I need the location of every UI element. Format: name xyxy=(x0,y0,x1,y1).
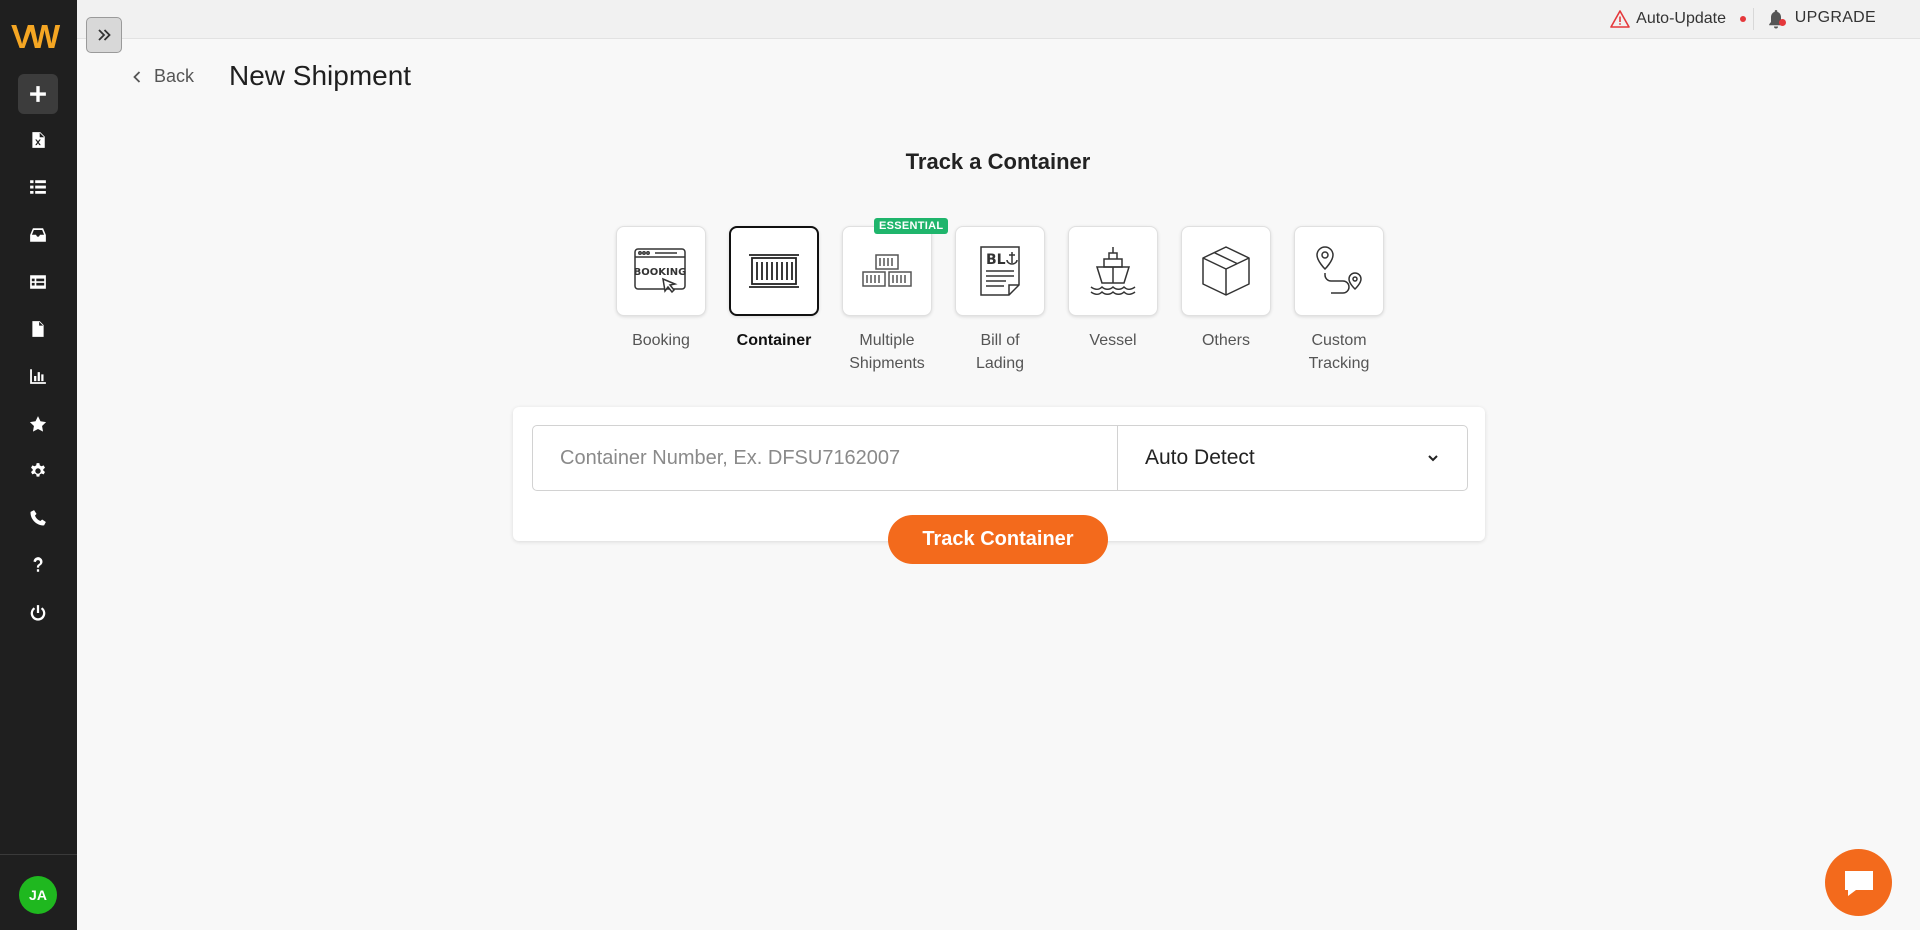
tracking-type-bill-of-lading[interactable]: BL Bill of Lading xyxy=(955,226,1045,375)
sidebar-item-documents[interactable] xyxy=(18,309,58,349)
tracking-type-container[interactable]: Container xyxy=(729,226,819,352)
double-chevron-right-icon xyxy=(98,29,111,41)
plus-icon xyxy=(30,86,46,102)
excel-file-icon xyxy=(32,132,45,148)
star-icon xyxy=(29,416,47,432)
tracking-type-card xyxy=(842,226,932,316)
bill-of-lading-icon: BL xyxy=(980,246,1020,296)
sidebar-item-reports[interactable] xyxy=(18,262,58,302)
top-bar: Auto-Update UPGRADE xyxy=(77,0,1920,39)
sidebar-item-settings[interactable] xyxy=(18,451,58,491)
sidebar-item-contact[interactable] xyxy=(18,498,58,538)
tracking-type-card xyxy=(1068,226,1158,316)
tracking-type-card: BOOKING xyxy=(616,226,706,316)
sidebar-item-favorites[interactable] xyxy=(18,404,58,444)
power-icon xyxy=(30,605,46,621)
auto-update-status[interactable]: Auto-Update xyxy=(1610,8,1746,30)
tracking-type-label: Multiple Shipments xyxy=(849,332,925,372)
container-number-input[interactable] xyxy=(533,426,1118,490)
page-title: New Shipment xyxy=(229,60,412,91)
document-icon xyxy=(32,321,44,337)
tracking-type-card xyxy=(729,226,819,316)
tracking-type-custom-tracking[interactable]: Custom Tracking xyxy=(1294,226,1384,375)
tracking-type-vessel[interactable]: Vessel xyxy=(1068,226,1158,352)
vessel-icon xyxy=(1090,247,1136,295)
table-icon xyxy=(30,275,46,289)
multiple-shipments-icon xyxy=(862,254,912,287)
tracking-type-card xyxy=(1294,226,1384,316)
container-icon xyxy=(749,254,799,288)
tracking-type-booking[interactable]: BOOKING Booking xyxy=(616,226,706,352)
divider xyxy=(1753,8,1754,30)
booking-icon: BOOKING xyxy=(634,248,687,294)
chevron-down-icon xyxy=(1428,455,1438,462)
tracking-type-label: Others xyxy=(1201,332,1250,349)
inbox-icon xyxy=(30,228,46,242)
tracking-type-card: BL xyxy=(955,226,1045,316)
svg-text:VW: VW xyxy=(11,18,61,54)
search-group: Auto Detect xyxy=(532,425,1468,491)
tracking-type-multiple-shipments[interactable]: Multiple Shipments xyxy=(842,226,932,375)
carrier-select-value: Auto Detect xyxy=(1145,446,1255,469)
tracking-type-card xyxy=(1181,226,1271,316)
tracking-type-label: Custom Tracking xyxy=(1308,332,1370,372)
notification-dot xyxy=(1779,19,1786,26)
upgrade-link[interactable]: UPGRADE xyxy=(1795,9,1876,27)
tracking-type-label: Container xyxy=(736,332,812,349)
gear-icon xyxy=(31,463,45,477)
question-icon xyxy=(33,557,43,572)
sidebar-item-analytics[interactable] xyxy=(18,356,58,396)
expand-sidebar-button[interactable] xyxy=(86,17,122,53)
status-dot xyxy=(1740,16,1746,22)
chat-button[interactable] xyxy=(1825,849,1892,916)
avatar[interactable]: JA xyxy=(19,876,57,914)
section-title: Track a Container xyxy=(905,149,1091,174)
essential-badge: ESSENTIAL xyxy=(874,218,949,234)
sidebar-item-inbox[interactable] xyxy=(18,215,58,255)
back-link[interactable]: Back xyxy=(130,66,194,87)
logo[interactable]: VW xyxy=(10,18,68,54)
tracking-type-selector: BOOKING Booking Container Multiple Shipm… xyxy=(616,226,1384,376)
chevron-left-icon xyxy=(133,70,141,83)
svg-text:BL: BL xyxy=(986,252,1006,268)
tracking-type-label: Booking xyxy=(632,332,690,349)
sidebar-item-logout[interactable] xyxy=(18,593,58,633)
bar-chart-icon xyxy=(30,369,46,384)
back-label: Back xyxy=(154,66,195,86)
track-container-button[interactable]: Track Container xyxy=(888,515,1108,564)
tracking-type-label: Bill of Lading xyxy=(975,332,1025,372)
chat-bubble-icon xyxy=(1844,870,1873,896)
carrier-select[interactable]: Auto Detect xyxy=(1118,426,1467,490)
box-icon xyxy=(1202,246,1250,296)
sidebar-divider xyxy=(0,854,77,855)
phone-icon xyxy=(30,510,46,526)
tracking-type-label: Vessel xyxy=(1089,332,1137,349)
tracking-type-others[interactable]: Others xyxy=(1181,226,1271,352)
sidebar-item-help[interactable] xyxy=(18,545,58,585)
auto-update-label: Auto-Update xyxy=(1636,10,1726,27)
list-icon xyxy=(30,180,46,194)
svg-text:BOOKING: BOOKING xyxy=(634,267,687,278)
warning-icon xyxy=(1610,10,1630,28)
route-icon xyxy=(1316,246,1362,294)
sidebar: VW JA xyxy=(0,0,77,930)
sidebar-item-new-shipment[interactable] xyxy=(18,74,58,114)
